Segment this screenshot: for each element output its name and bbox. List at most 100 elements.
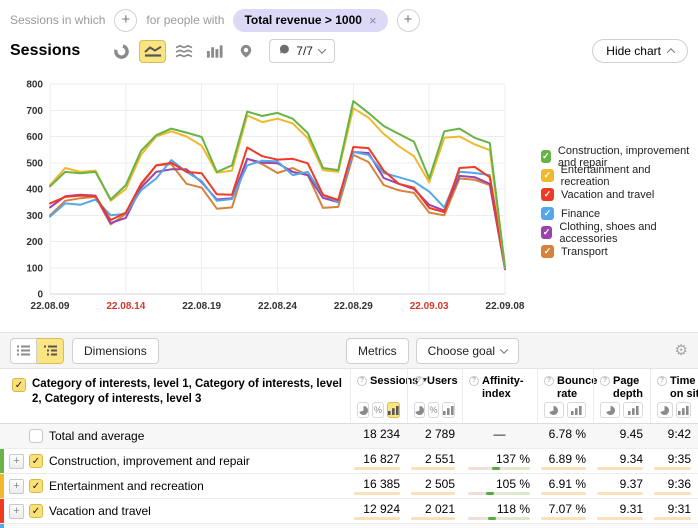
legend-item[interactable]: ✓Clothing, shoes and accessories (541, 223, 698, 242)
metric-cell-affinity: 105 % (462, 474, 537, 498)
metric-cell-bounce: 7.07 % (537, 499, 593, 523)
legend-checkbox[interactable]: ✓ (541, 169, 554, 182)
row-checkbox[interactable] (29, 429, 43, 443)
expand-row-button[interactable]: + (9, 504, 24, 519)
pie-mini-icon[interactable] (414, 402, 425, 418)
metric-bar (541, 492, 586, 495)
affinity-marker (488, 517, 496, 520)
metric-label-text: on site (670, 388, 698, 401)
metric-cell-time: 9:31 (650, 499, 698, 523)
pie-mini-icon[interactable] (357, 402, 369, 418)
metrics-button[interactable]: Metrics (346, 338, 409, 364)
percent-mini-icon[interactable]: % (372, 402, 384, 418)
segment-pill[interactable]: Total revenue > 1000 × (233, 9, 387, 32)
legend-checkbox[interactable]: ✓ (541, 245, 554, 258)
metric-label-text: Affinity- (482, 375, 524, 388)
metric-label[interactable]: ?Pagedepth (600, 375, 643, 401)
row-checkbox[interactable]: ✓ (29, 479, 43, 493)
bars-mini-icon[interactable] (676, 402, 692, 418)
annotations-dropdown[interactable]: 7/7 (269, 39, 335, 63)
metric-label[interactable]: ?Sessions▼ (357, 375, 400, 388)
metric-value: 9.37 (620, 477, 643, 491)
legend-checkbox[interactable]: ✓ (541, 226, 552, 239)
metric-value: 2 505 (425, 477, 455, 491)
x-axis-tick: 22.08.19 (182, 301, 221, 312)
percent-mini-icon[interactable]: % (428, 402, 439, 418)
bar-chart-icon[interactable] (201, 40, 228, 63)
metric-value: 6.89 % (549, 452, 586, 466)
table-row[interactable]: +✓Vacation and travel12 9242 021118 %7.0… (0, 499, 698, 524)
toolbar-right-group: Metrics Choose goal (346, 338, 519, 364)
tree-view-icon[interactable] (37, 338, 64, 364)
report-toolbar: Dimensions Metrics Choose goal ⚙ (0, 332, 698, 369)
legend-item[interactable]: ✓Transport (541, 242, 698, 261)
map-pin-icon[interactable] (232, 40, 259, 63)
metric-label-text: Page (613, 375, 643, 388)
legend-item[interactable]: ✓Vacation and travel (541, 185, 698, 204)
row-checkbox[interactable]: ✓ (29, 454, 43, 468)
pie-chart-icon[interactable] (108, 40, 135, 63)
line-chart-icon[interactable] (139, 40, 166, 63)
help-icon[interactable]: ? (357, 376, 367, 386)
expand-row-button[interactable]: + (9, 454, 24, 469)
bars-mini-icon[interactable] (442, 402, 455, 418)
metric-label[interactable]: ?Affinity-index (469, 375, 530, 401)
metric-cell-bounce: 6.78 % (537, 424, 593, 448)
legend-checkbox[interactable]: ✓ (541, 150, 551, 163)
x-axis-tick: 22.09.03 (410, 301, 449, 312)
metric-label[interactable]: ?Timeon site (657, 375, 691, 401)
help-icon[interactable]: ? (657, 376, 667, 386)
pie-mini-icon[interactable] (600, 402, 620, 418)
add-people-condition-button[interactable]: + (397, 9, 420, 32)
help-icon[interactable]: ? (544, 376, 554, 386)
dimensions-button[interactable]: Dimensions (72, 338, 159, 364)
help-icon[interactable]: ? (469, 376, 479, 386)
affinity-gradient-bar (468, 467, 530, 470)
bars-mini-icon[interactable] (387, 402, 400, 418)
legend-item[interactable]: ✓Entertainment and recreation (541, 166, 698, 185)
row-label[interactable]: Vacation and travel (49, 499, 151, 523)
sessions-line-chart[interactable]: 010020030040050060070080022.08.0922.08.1… (0, 74, 540, 320)
hide-chart-button[interactable]: Hide chart (592, 39, 688, 63)
row-color-bar (0, 474, 4, 498)
y-axis-tick: 700 (26, 106, 43, 117)
plus-icon: + (122, 11, 131, 28)
legend-checkbox[interactable]: ✓ (541, 207, 554, 220)
bars-mini-icon[interactable] (567, 402, 587, 418)
row-metric-cells: 16 8272 551137 %6.89 %9.349:35 (350, 449, 698, 473)
metric-label[interactable]: ?Users (414, 375, 455, 388)
legend-checkbox[interactable]: ✓ (541, 188, 554, 201)
table-rows: Total and average 18 2342 789—6.78 %9.459… (0, 424, 698, 528)
remove-segment-icon[interactable]: × (369, 13, 377, 28)
add-session-condition-button[interactable]: + (114, 9, 137, 32)
row-label[interactable]: Construction, improvement and repair (49, 449, 250, 473)
stacked-area-icon[interactable] (170, 40, 197, 63)
metric-cell-users: 2 551 (407, 449, 462, 473)
help-icon[interactable]: ? (600, 376, 610, 386)
select-all-checkbox[interactable]: ✓ (12, 378, 26, 392)
table-row-total[interactable]: Total and average 18 2342 789—6.78 %9.459… (0, 424, 698, 449)
metric-bar (354, 492, 400, 495)
metric-label[interactable]: ?Bouncerate (544, 375, 586, 401)
metric-value: 118 % (497, 502, 530, 516)
pie-mini-icon[interactable] (657, 402, 673, 418)
help-icon[interactable]: ? (414, 376, 424, 386)
choose-goal-dropdown[interactable]: Choose goal (416, 338, 519, 364)
table-row[interactable]: + ✓ Entertainment and recreation 16 385 2 50… (0, 474, 698, 499)
row-checkbox[interactable]: ✓ (29, 504, 43, 518)
row-label[interactable]: Total and average (49, 424, 144, 448)
pie-mini-icon[interactable] (544, 402, 564, 418)
expand-row-button[interactable]: + (9, 479, 24, 494)
metric-bar (411, 517, 455, 520)
bars-mini-icon[interactable] (623, 402, 643, 418)
metric-label-text: Time (670, 375, 698, 388)
row-label[interactable]: Entertainment and recreation (49, 474, 204, 498)
metric-cell-sessions: 16 385 (350, 474, 407, 498)
row-color-bar (0, 449, 4, 473)
list-view-icon[interactable] (10, 338, 37, 364)
y-axis-tick: 100 (26, 263, 43, 274)
row-metric-cells: 18 2342 789—6.78 %9.459:42 (350, 424, 698, 448)
table-row[interactable]: + ✓ Construction, improvement and repair 16… (0, 449, 698, 474)
metric-value: — (462, 427, 537, 441)
gear-icon[interactable]: ⚙ (675, 343, 688, 358)
